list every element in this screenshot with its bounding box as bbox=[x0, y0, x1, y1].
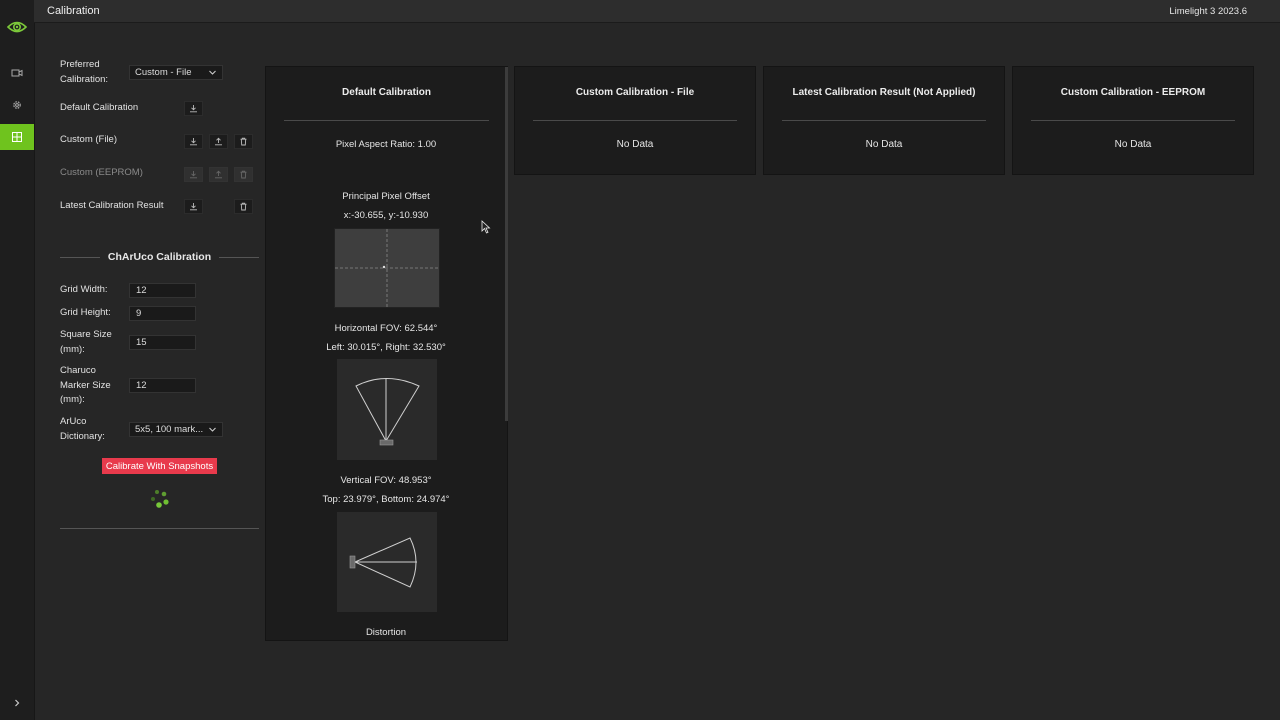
upload-icon bbox=[215, 137, 222, 146]
distortion-title: Distortion bbox=[365, 627, 407, 638]
chevron-right-icon[interactable] bbox=[0, 690, 34, 716]
card-divider bbox=[284, 120, 489, 121]
default-calibration-card: Default Calibration Pixel Aspect Ratio: … bbox=[265, 66, 508, 641]
aruco-dictionary-select[interactable]: 5x5, 100 mark... bbox=[129, 422, 223, 437]
hfov-split: Left: 30.015°, Right: 32.530° bbox=[326, 342, 446, 353]
delete-custom-file-button[interactable] bbox=[234, 134, 253, 149]
custom-eeprom-card: Custom Calibration - EEPROM No Data bbox=[1012, 66, 1254, 175]
principal-offset-plot bbox=[334, 228, 440, 308]
no-data-label: No Data bbox=[1114, 139, 1152, 150]
card-title: Custom Calibration - EEPROM bbox=[1060, 87, 1206, 98]
square-size-label: Square Size (mm): bbox=[60, 329, 112, 355]
square-size-input[interactable]: 15 bbox=[129, 335, 196, 350]
source-label-latest: Latest Calibration Result bbox=[60, 200, 164, 211]
card-title: Custom Calibration - File bbox=[575, 87, 695, 98]
download-default-button[interactable] bbox=[184, 101, 203, 116]
chevron-down-icon bbox=[209, 70, 216, 75]
vfov-value: Vertical FOV: 48.953° bbox=[340, 475, 432, 486]
hfov-diagram bbox=[337, 359, 437, 460]
grid-height-label: Grid Height: bbox=[60, 307, 111, 318]
version-label: Limelight 3 2023.6 bbox=[1169, 6, 1247, 17]
card-divider bbox=[1031, 120, 1235, 121]
loading-spinner-icon bbox=[151, 490, 169, 508]
grid-height-input[interactable]: 9 bbox=[129, 306, 196, 321]
aruco-dictionary-label: ArUco Dictionary: bbox=[60, 416, 105, 442]
preferred-calibration-value: Custom - File bbox=[135, 67, 192, 78]
preferred-calibration-select[interactable]: Custom - File bbox=[129, 65, 223, 80]
hfov-value: Horizontal FOV: 62.544° bbox=[334, 323, 438, 334]
upload-custom-file-button[interactable] bbox=[209, 134, 228, 149]
preferred-calibration-label: Preferred Calibration: bbox=[60, 59, 109, 85]
calibrate-with-snapshots-button[interactable]: Calibrate With Snapshots bbox=[102, 458, 217, 474]
no-data-label: No Data bbox=[865, 139, 903, 150]
download-custom-file-button[interactable] bbox=[184, 134, 203, 149]
latest-result-card: Latest Calibration Result (Not Applied) … bbox=[763, 66, 1005, 175]
delete-eeprom-button[interactable] bbox=[234, 167, 253, 182]
charuco-section-header: ChArUco Calibration bbox=[60, 250, 259, 266]
trash-icon bbox=[240, 170, 247, 179]
card-divider bbox=[533, 120, 737, 121]
grid-width-input[interactable]: 12 bbox=[129, 283, 196, 298]
download-icon bbox=[190, 138, 197, 146]
source-label-custom-file: Custom (File) bbox=[60, 134, 118, 145]
section-divider bbox=[60, 528, 259, 529]
vfov-split: Top: 23.979°, Bottom: 24.974° bbox=[322, 494, 450, 505]
card-title: Latest Calibration Result (Not Applied) bbox=[792, 87, 976, 98]
vfov-diagram bbox=[337, 512, 437, 612]
left-nav-rail bbox=[0, 0, 35, 720]
download-icon bbox=[190, 171, 197, 179]
marker-size-input[interactable]: 12 bbox=[129, 378, 196, 393]
card-title: Default Calibration bbox=[342, 87, 431, 98]
marker-size-label: Charuco Marker Size (mm): bbox=[60, 365, 111, 405]
download-icon bbox=[190, 203, 197, 211]
pixel-aspect-ratio: Pixel Aspect Ratio: 1.00 bbox=[335, 139, 437, 150]
source-label-custom-eeprom: Custom (EEPROM) bbox=[60, 167, 143, 178]
no-data-label: No Data bbox=[616, 139, 654, 150]
delete-latest-button[interactable] bbox=[234, 199, 253, 214]
principal-offset-title: Principal Pixel Offset bbox=[342, 191, 430, 202]
principal-offset-value: x:-30.655, y:-10.930 bbox=[343, 210, 429, 221]
limelight-logo-icon[interactable] bbox=[0, 14, 34, 40]
custom-file-card: Custom Calibration - File No Data bbox=[514, 66, 756, 175]
card-scrollbar[interactable] bbox=[505, 67, 508, 421]
grid-width-label: Grid Width: bbox=[60, 284, 108, 295]
calibration-icon[interactable] bbox=[0, 124, 34, 150]
source-label-default: Default Calibration bbox=[60, 102, 139, 113]
top-bar: Calibration Limelight 3 2023.6 bbox=[34, 0, 1280, 23]
camera-icon[interactable] bbox=[0, 60, 34, 86]
page-title: Calibration bbox=[47, 5, 100, 17]
card-divider bbox=[782, 120, 986, 121]
upload-icon bbox=[215, 170, 222, 179]
download-icon bbox=[190, 105, 197, 113]
aruco-dictionary-value: 5x5, 100 mark... bbox=[135, 424, 204, 435]
charuco-title: ChArUco Calibration bbox=[107, 251, 212, 263]
download-latest-button[interactable] bbox=[184, 199, 203, 214]
mouse-cursor-icon bbox=[481, 220, 491, 234]
chevron-down-icon bbox=[209, 427, 216, 432]
trash-icon bbox=[240, 137, 247, 146]
download-eeprom-button[interactable] bbox=[184, 167, 203, 182]
upload-eeprom-button[interactable] bbox=[209, 167, 228, 182]
trash-icon bbox=[240, 202, 247, 211]
gear-icon[interactable] bbox=[0, 92, 34, 118]
